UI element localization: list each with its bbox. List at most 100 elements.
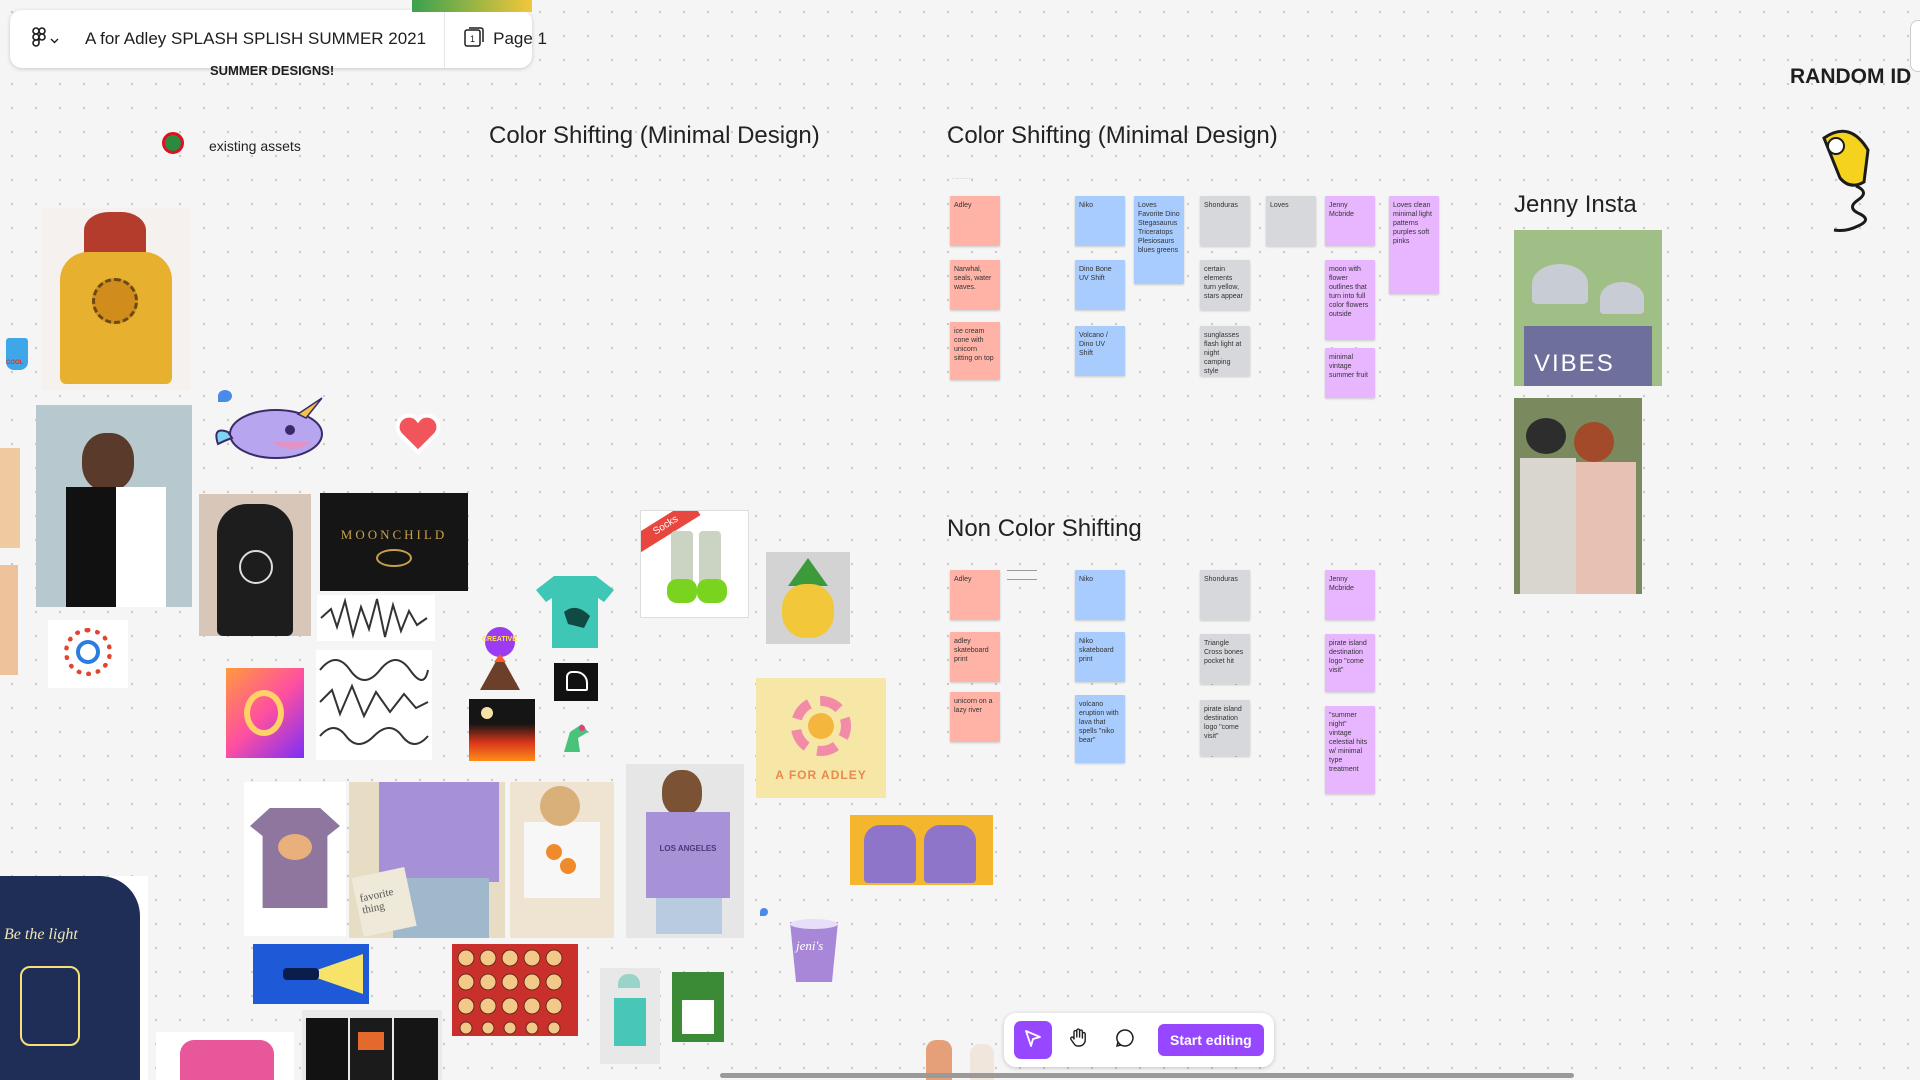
jeni-text: jeni's	[796, 938, 824, 953]
flashlight-illustration[interactable]	[253, 944, 369, 1004]
tee-shape	[306, 1018, 348, 1080]
band-tees-image[interactable]	[302, 1010, 442, 1080]
sticker-icon	[162, 132, 184, 154]
yellow-sweatshirt-image[interactable]	[42, 208, 190, 390]
sticky-note[interactable]: volcano eruption with lava that spells "…	[1075, 695, 1125, 763]
moon-shape	[481, 707, 493, 719]
sticky-note[interactable]: Volcano / Dino UV Shift	[1075, 326, 1125, 376]
tee-shape	[379, 782, 499, 882]
purple-hoodies-image[interactable]	[850, 815, 993, 885]
comment-pin-icon[interactable]	[760, 908, 768, 916]
sticky-note[interactable]: Dino Bone UV Shift	[1075, 260, 1125, 310]
flashlight-body	[283, 968, 319, 980]
sticky-note[interactable]: Niko	[1075, 196, 1125, 246]
narwhal-illustration[interactable]	[212, 396, 336, 466]
patches-grid-image[interactable]	[452, 944, 578, 1036]
eye-graphic	[376, 549, 412, 567]
sticky-note[interactable]: sunglasses flash light at night camping …	[1200, 326, 1250, 376]
page-label: Page 1	[493, 29, 547, 48]
moonchild-artwork[interactable]: MOONCHILD	[320, 493, 468, 591]
main-menu-button[interactable]	[10, 10, 73, 68]
cropped-frame	[1910, 20, 1920, 72]
a-for-adley-sun-artwork[interactable]: A FOR ADLEY	[756, 678, 886, 798]
white-tee-model-image[interactable]	[510, 782, 614, 938]
purple-tee-flat-image[interactable]	[244, 782, 346, 936]
aztec-pattern-image[interactable]	[48, 620, 128, 688]
start-editing-button[interactable]: Start editing	[1158, 1024, 1264, 1056]
sticky-note[interactable]: ice cream cone with unicorn sitting on t…	[950, 322, 1000, 380]
sticky-note[interactable]: minimal vintage summer fruit	[1325, 348, 1375, 398]
sun-moon-tee-image[interactable]	[36, 405, 192, 607]
jenny-insta-label: Jenny Insta	[1514, 191, 1637, 218]
sticky-note[interactable]: Jenny Mcbride	[1325, 196, 1375, 246]
hand-tool-button[interactable]	[1060, 1021, 1098, 1059]
dino-skull-shape	[566, 671, 588, 691]
be-the-light-text: Be the light	[4, 926, 78, 943]
los-angeles-tee-image[interactable]: LOS ANGELES	[626, 764, 744, 938]
soundwave-image[interactable]	[317, 595, 435, 641]
colorful-swirl-image[interactable]	[226, 668, 304, 758]
socks-image[interactable]: Socks	[640, 510, 749, 618]
pineapple-image[interactable]	[766, 552, 850, 644]
jar-graphic	[20, 966, 80, 1046]
dino-sticker[interactable]	[558, 718, 592, 756]
tee-graphic	[358, 1032, 384, 1050]
jenny-insta-photo-2[interactable]	[1514, 398, 1642, 594]
horizontal-scrollbar[interactable]	[720, 1073, 1574, 1078]
tee-shape	[394, 1018, 438, 1080]
sticky-note[interactable]: Adley	[950, 196, 1000, 246]
kid-tee-photo[interactable]	[672, 972, 724, 1042]
comment-pin-icon[interactable]	[218, 390, 232, 402]
ice-cream-pint-image[interactable]: jeni's	[786, 918, 842, 984]
heart-icon[interactable]	[395, 412, 441, 461]
creative-text: CREATIVE	[482, 636, 517, 643]
comment-tool-button[interactable]	[1106, 1021, 1144, 1059]
light-beam	[317, 954, 363, 994]
sticky-note[interactable]: pirate island destination logo "come vis…	[1325, 634, 1375, 692]
hoodie-right-shape	[924, 825, 976, 883]
dino-skeleton-image[interactable]	[554, 663, 598, 701]
black-hoodie-image[interactable]	[199, 494, 311, 636]
sticky-note[interactable]: unicorn on a lazy river	[950, 692, 1000, 742]
sticky-note[interactable]: pirate island destination logo "come vis…	[1200, 700, 1250, 756]
bottom-toolbar: Start editing	[1004, 1013, 1274, 1067]
sticky-note[interactable]: moon with flower outlines that turn into…	[1325, 260, 1375, 340]
purple-tee-model-image[interactable]: favorite thing	[349, 782, 505, 938]
jenny-insta-photo-1[interactable]: VIBES	[1514, 230, 1662, 386]
file-bar: A for Adley SPLASH SPLISH SUMMER 2021 1 …	[10, 10, 547, 68]
sticky-note[interactable]: Loves Favorite Dino Stegasaurus Tricerat…	[1134, 196, 1184, 284]
sticky-note[interactable]: adley skateboard print	[950, 632, 1000, 682]
sticky-note[interactable]: Shonduras	[1200, 196, 1250, 246]
color-shifting-title-1: Color Shifting (Minimal Design)	[489, 122, 820, 149]
soundwave-collection-image[interactable]	[316, 650, 432, 760]
creative-volcano-illustration[interactable]: CREATIVE	[470, 626, 528, 692]
pink-tee-image[interactable]	[156, 1032, 294, 1080]
sticky-note[interactable]: Loves clean minimal light patterns purpl…	[1389, 196, 1439, 294]
file-name[interactable]: A for Adley SPLASH SPLISH SUMMER 2021	[73, 10, 446, 68]
sticky-note[interactable]: certain elements turn yellow, stars appe…	[1200, 260, 1250, 310]
tee-shape	[682, 1000, 714, 1034]
sticky-note[interactable]: Narwhal, seals, water waves.	[950, 260, 1000, 310]
sock-left-foot	[667, 579, 697, 603]
sticky-note[interactable]: "summer night" vintage celestial hits w/…	[1325, 706, 1375, 794]
page-selector[interactable]: 1 Page 1	[445, 10, 565, 68]
shirt-shape	[1520, 458, 1576, 594]
page-icon: 1	[463, 26, 485, 53]
hair-shape	[540, 786, 580, 826]
navy-tee-back-image[interactable]: Be the light	[0, 876, 148, 1080]
move-tool-button[interactable]	[1014, 1021, 1052, 1059]
volcano-night-image[interactable]	[469, 699, 535, 761]
favorite-thing-text: favorite thing	[358, 885, 395, 917]
yellow-spring-illustration[interactable]	[1810, 120, 1890, 240]
sticky-note[interactable]: Triangle Cross bones pocket hit	[1200, 634, 1250, 684]
sticky-note[interactable]: Niko	[1075, 570, 1125, 620]
dino-tee-image[interactable]	[534, 572, 616, 650]
tee-black-half	[66, 487, 116, 607]
sticky-note[interactable]: Adley	[950, 570, 1000, 620]
sticky-note[interactable]: Niko skateboard print	[1075, 632, 1125, 682]
kid-tank-photo[interactable]	[600, 968, 660, 1064]
sticky-note[interactable]: Jenny Mcbride	[1325, 570, 1375, 620]
sticky-note[interactable]: Shonduras	[1200, 570, 1250, 620]
random-ideas-label: RANDOM ID	[1790, 65, 1912, 88]
sticky-note[interactable]: Loves	[1266, 196, 1316, 246]
